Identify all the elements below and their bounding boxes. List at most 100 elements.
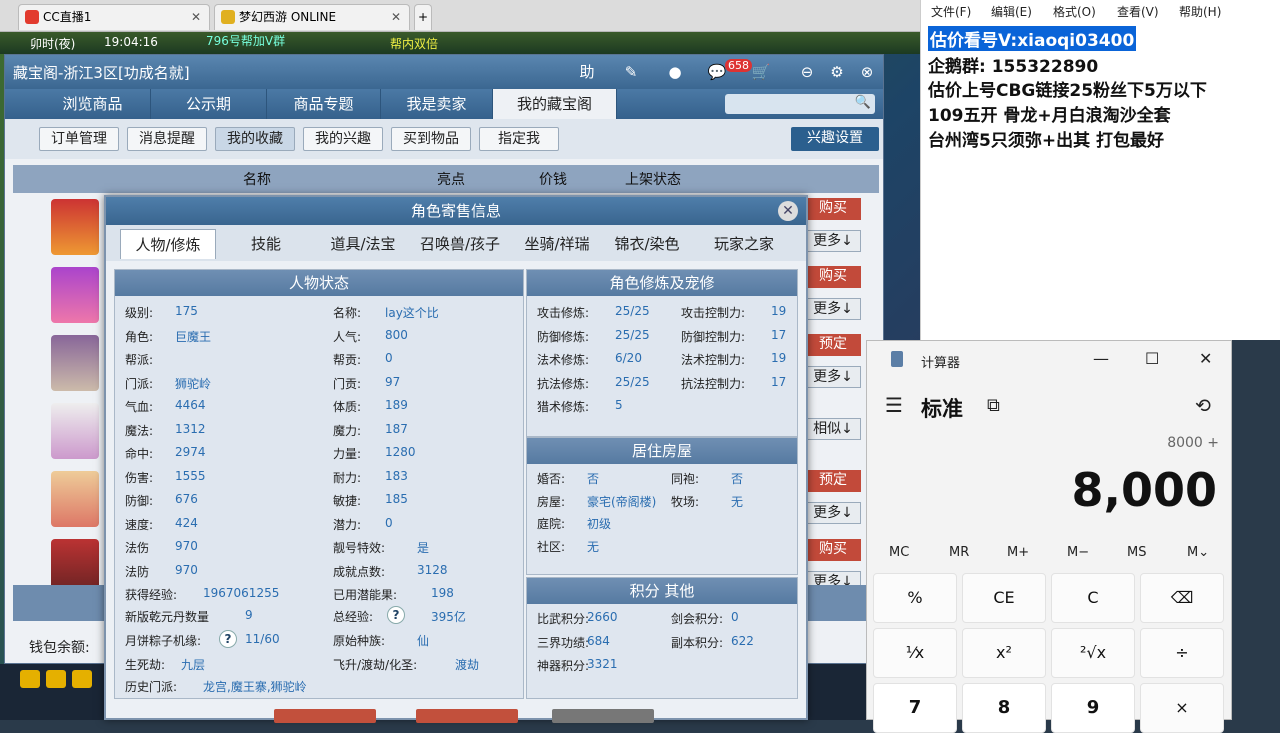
m-minus-button[interactable]: M− xyxy=(1067,545,1089,560)
close-icon[interactable]: ⊗ xyxy=(855,61,879,83)
m-list-button[interactable]: M⌄ xyxy=(1187,545,1209,560)
digit-9-button[interactable]: 9 xyxy=(1051,683,1135,733)
my-interest-button[interactable]: 我的兴趣 xyxy=(303,127,383,151)
tab-skills[interactable]: 技能 xyxy=(220,229,312,259)
menu-format[interactable]: 格式(O) xyxy=(1053,3,1096,20)
tab-public[interactable]: 公示期 xyxy=(151,89,267,119)
history-icon[interactable]: ⟲ xyxy=(1195,395,1211,417)
square-button[interactable]: x² xyxy=(962,628,1046,678)
help-question-icon[interactable]: ? xyxy=(219,630,237,648)
new-tab-button[interactable]: + xyxy=(414,4,432,30)
stat-value: 970 xyxy=(175,539,198,553)
close-icon[interactable]: ✕ xyxy=(391,5,401,29)
table-header: 名称 亮点 价钱 上架状态 xyxy=(13,165,879,193)
m-plus-button[interactable]: M+ xyxy=(1007,545,1029,560)
item-image[interactable] xyxy=(51,471,99,527)
ms-button[interactable]: MS xyxy=(1127,545,1146,560)
help-question-icon[interactable]: ? xyxy=(387,606,405,624)
more-button[interactable]: 更多↓ xyxy=(805,366,861,388)
column-status: 上架状态 xyxy=(625,172,681,188)
digit-8-button[interactable]: 8 xyxy=(962,683,1046,733)
buy-button[interactable] xyxy=(274,709,376,723)
total-exp-label: 总经验: xyxy=(333,610,374,624)
message-remind-button[interactable]: 消息提醒 xyxy=(127,127,207,151)
item-image[interactable] xyxy=(51,199,99,255)
menu-view[interactable]: 查看(V) xyxy=(1117,3,1159,20)
add-cart-button[interactable] xyxy=(416,709,518,723)
info-label: 房屋: xyxy=(537,494,566,509)
buy-button[interactable]: 购买 xyxy=(805,266,861,288)
item-image[interactable] xyxy=(51,403,99,459)
divide-button[interactable]: ÷ xyxy=(1140,628,1224,678)
tab-topics[interactable]: 商品专题 xyxy=(267,89,381,119)
tab-mounts[interactable]: 坐骑/祥瑞 xyxy=(510,229,604,259)
minimize-icon[interactable]: — xyxy=(1093,349,1109,368)
close-icon[interactable]: ✕ xyxy=(778,201,798,221)
calculator-expression: 8000 + xyxy=(1167,435,1219,451)
reserve-button[interactable]: 预定 xyxy=(805,334,861,356)
keep-on-top-icon[interactable]: ⧉ xyxy=(987,395,1000,416)
buy-button[interactable]: 购买 xyxy=(805,198,861,220)
mc-button[interactable]: MC xyxy=(889,545,909,560)
tab-home[interactable]: 玩家之家 xyxy=(702,229,786,259)
help-icon[interactable]: 助 xyxy=(575,61,599,83)
menu-file[interactable]: 文件(F) xyxy=(931,3,971,20)
item-image[interactable] xyxy=(51,335,99,391)
order-manage-button[interactable]: 订单管理 xyxy=(39,127,119,151)
tab-my-cbg[interactable]: 我的藏宝阁 xyxy=(493,89,617,119)
column-price: 价钱 xyxy=(539,172,567,188)
more-button[interactable]: 更多↓ xyxy=(805,230,861,252)
percent-button[interactable]: % xyxy=(873,573,957,623)
stat-value: 巨魔王 xyxy=(175,329,212,344)
info-value: 17 xyxy=(771,374,787,389)
cart-icon[interactable]: 🛒 xyxy=(749,61,773,83)
menu-icon[interactable]: ☰ xyxy=(885,393,903,417)
clear-button[interactable]: C xyxy=(1051,573,1135,623)
menu-edit[interactable]: 编辑(E) xyxy=(991,3,1032,20)
info-value: 0 xyxy=(731,610,739,624)
interest-settings-button[interactable]: 兴趣设置 xyxy=(791,127,879,151)
search-input[interactable]: 🔍 xyxy=(725,94,875,114)
edit-icon[interactable]: ✎ xyxy=(619,61,643,83)
item-image[interactable] xyxy=(51,267,99,323)
close-icon[interactable]: ✕ xyxy=(1199,349,1212,368)
assigned-me-button[interactable]: 指定我 xyxy=(479,127,559,151)
more-button[interactable]: 更多↓ xyxy=(805,502,861,524)
settings-icon[interactable]: ⚙ xyxy=(825,61,849,83)
more-button[interactable]: 更多↓ xyxy=(805,298,861,320)
exp-label: 获得经验: xyxy=(125,588,178,602)
my-favorites-button[interactable]: 我的收藏 xyxy=(215,127,295,151)
tab-character[interactable]: 人物/修炼 xyxy=(120,229,216,259)
tab-seller[interactable]: 我是卖家 xyxy=(381,89,493,119)
status-panel: 人物状态 级别: 175 角色: 巨魔王 帮派: 门派: 狮驼岭 气血: 4464 魔法: 1312… xyxy=(114,269,524,699)
menu-help[interactable]: 帮助(H) xyxy=(1179,3,1221,20)
multiply-button[interactable]: × xyxy=(1140,683,1224,733)
favorite-button[interactable] xyxy=(552,709,654,723)
bought-items-button[interactable]: 买到物品 xyxy=(391,127,471,151)
ce-button[interactable]: CE xyxy=(962,573,1046,623)
reciprocal-button[interactable]: ¹⁄x xyxy=(873,628,957,678)
arrow-down-icon[interactable] xyxy=(72,670,92,688)
search-icon[interactable]: 🔍 xyxy=(855,95,871,110)
arrow-up-icon[interactable] xyxy=(46,670,66,688)
mr-button[interactable]: MR xyxy=(949,545,969,560)
tab-pets[interactable]: 召唤兽/孩子 xyxy=(412,229,508,259)
arrow-left-icon[interactable] xyxy=(20,670,40,688)
similar-button[interactable]: 相似↓ xyxy=(805,418,861,440)
backspace-icon[interactable]: ⌫ xyxy=(1140,573,1224,623)
reserve-button[interactable]: 预定 xyxy=(805,470,861,492)
maximize-icon[interactable]: ☐ xyxy=(1145,349,1159,368)
info-value: 3321 xyxy=(587,657,618,671)
tab-outfits[interactable]: 锦衣/染色 xyxy=(606,229,688,259)
close-icon[interactable]: ✕ xyxy=(191,5,201,29)
browser-tab-cc[interactable]: CC直播1 ✕ xyxy=(18,4,210,30)
minimize-icon[interactable]: ⊖ xyxy=(795,61,819,83)
info-label: 比武积分: xyxy=(537,612,590,626)
sqrt-button[interactable]: ²√x xyxy=(1051,628,1135,678)
buy-button[interactable]: 购买 xyxy=(805,539,861,561)
tab-browse[interactable]: 浏览商品 xyxy=(35,89,151,119)
browser-tab-game[interactable]: 梦幻西游 ONLINE ✕ xyxy=(214,4,410,30)
digit-7-button[interactable]: 7 xyxy=(873,683,957,733)
tab-items[interactable]: 道具/法宝 xyxy=(316,229,410,259)
stop-icon[interactable]: ● xyxy=(663,61,687,83)
